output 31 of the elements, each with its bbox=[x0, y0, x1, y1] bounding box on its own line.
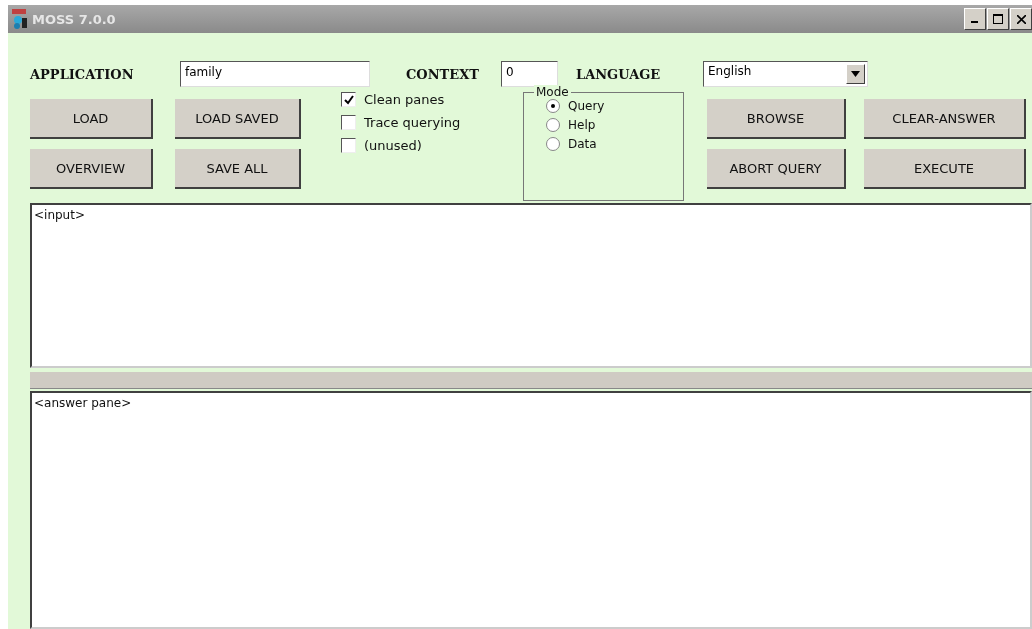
group-title: Mode bbox=[534, 85, 571, 99]
minimize-button[interactable] bbox=[964, 8, 986, 30]
maximize-button[interactable] bbox=[987, 8, 1009, 30]
language-dropdown[interactable]: English bbox=[703, 61, 868, 87]
radio-option[interactable]: Help bbox=[546, 118, 683, 132]
window-title: MOSS 7.0.0 bbox=[32, 11, 116, 27]
maximize-icon bbox=[993, 14, 1003, 24]
field-label: APPLICATION bbox=[30, 66, 135, 82]
action-button[interactable]: OVERVIEW bbox=[30, 149, 153, 189]
action-button[interactable]: LOAD bbox=[30, 99, 153, 139]
checkbox[interactable]: (unused) bbox=[341, 138, 523, 153]
checkbox[interactable]: Trace querying bbox=[341, 115, 523, 130]
radio-option[interactable]: Query bbox=[546, 99, 683, 113]
field-label: CONTEXT bbox=[406, 66, 480, 82]
close-icon bbox=[1016, 14, 1026, 24]
checkmark-icon bbox=[343, 94, 354, 105]
input-pane[interactable]: <input> bbox=[30, 203, 1032, 368]
radio-option[interactable]: Data bbox=[546, 137, 683, 151]
text-field[interactable]: family bbox=[180, 61, 370, 87]
close-button[interactable] bbox=[1010, 8, 1032, 30]
action-button[interactable]: BROWSE bbox=[707, 99, 846, 139]
app-logo-icon bbox=[12, 9, 30, 29]
action-button[interactable]: SAVE ALL bbox=[175, 149, 301, 189]
action-button[interactable]: CLEAR-ANSWER bbox=[864, 99, 1026, 139]
field-label: LANGUAGE bbox=[576, 66, 662, 82]
action-button[interactable]: ABORT QUERY bbox=[707, 149, 846, 189]
action-button[interactable]: LOAD SAVED bbox=[175, 99, 301, 139]
checkbox[interactable]: Clean panes bbox=[341, 92, 523, 107]
answer-pane[interactable]: <answer pane> bbox=[30, 391, 1032, 629]
action-button[interactable]: EXECUTE bbox=[864, 149, 1026, 189]
text-field[interactable]: 0 bbox=[501, 61, 558, 87]
